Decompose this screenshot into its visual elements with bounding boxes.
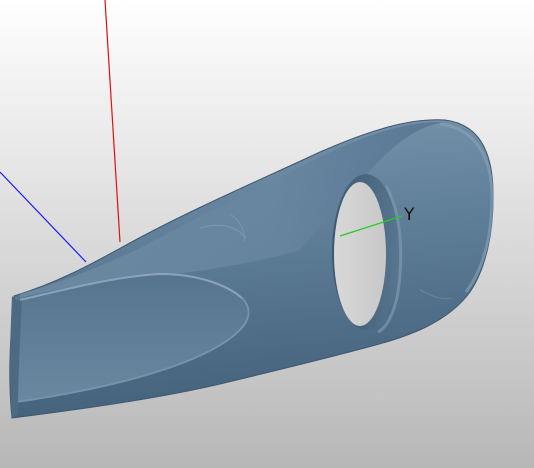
3d-viewport[interactable]: Y [0, 0, 534, 468]
y-axis-label: Y [403, 205, 415, 225]
viewport-canvas[interactable]: Y [0, 0, 534, 468]
hole-opening [334, 182, 386, 326]
